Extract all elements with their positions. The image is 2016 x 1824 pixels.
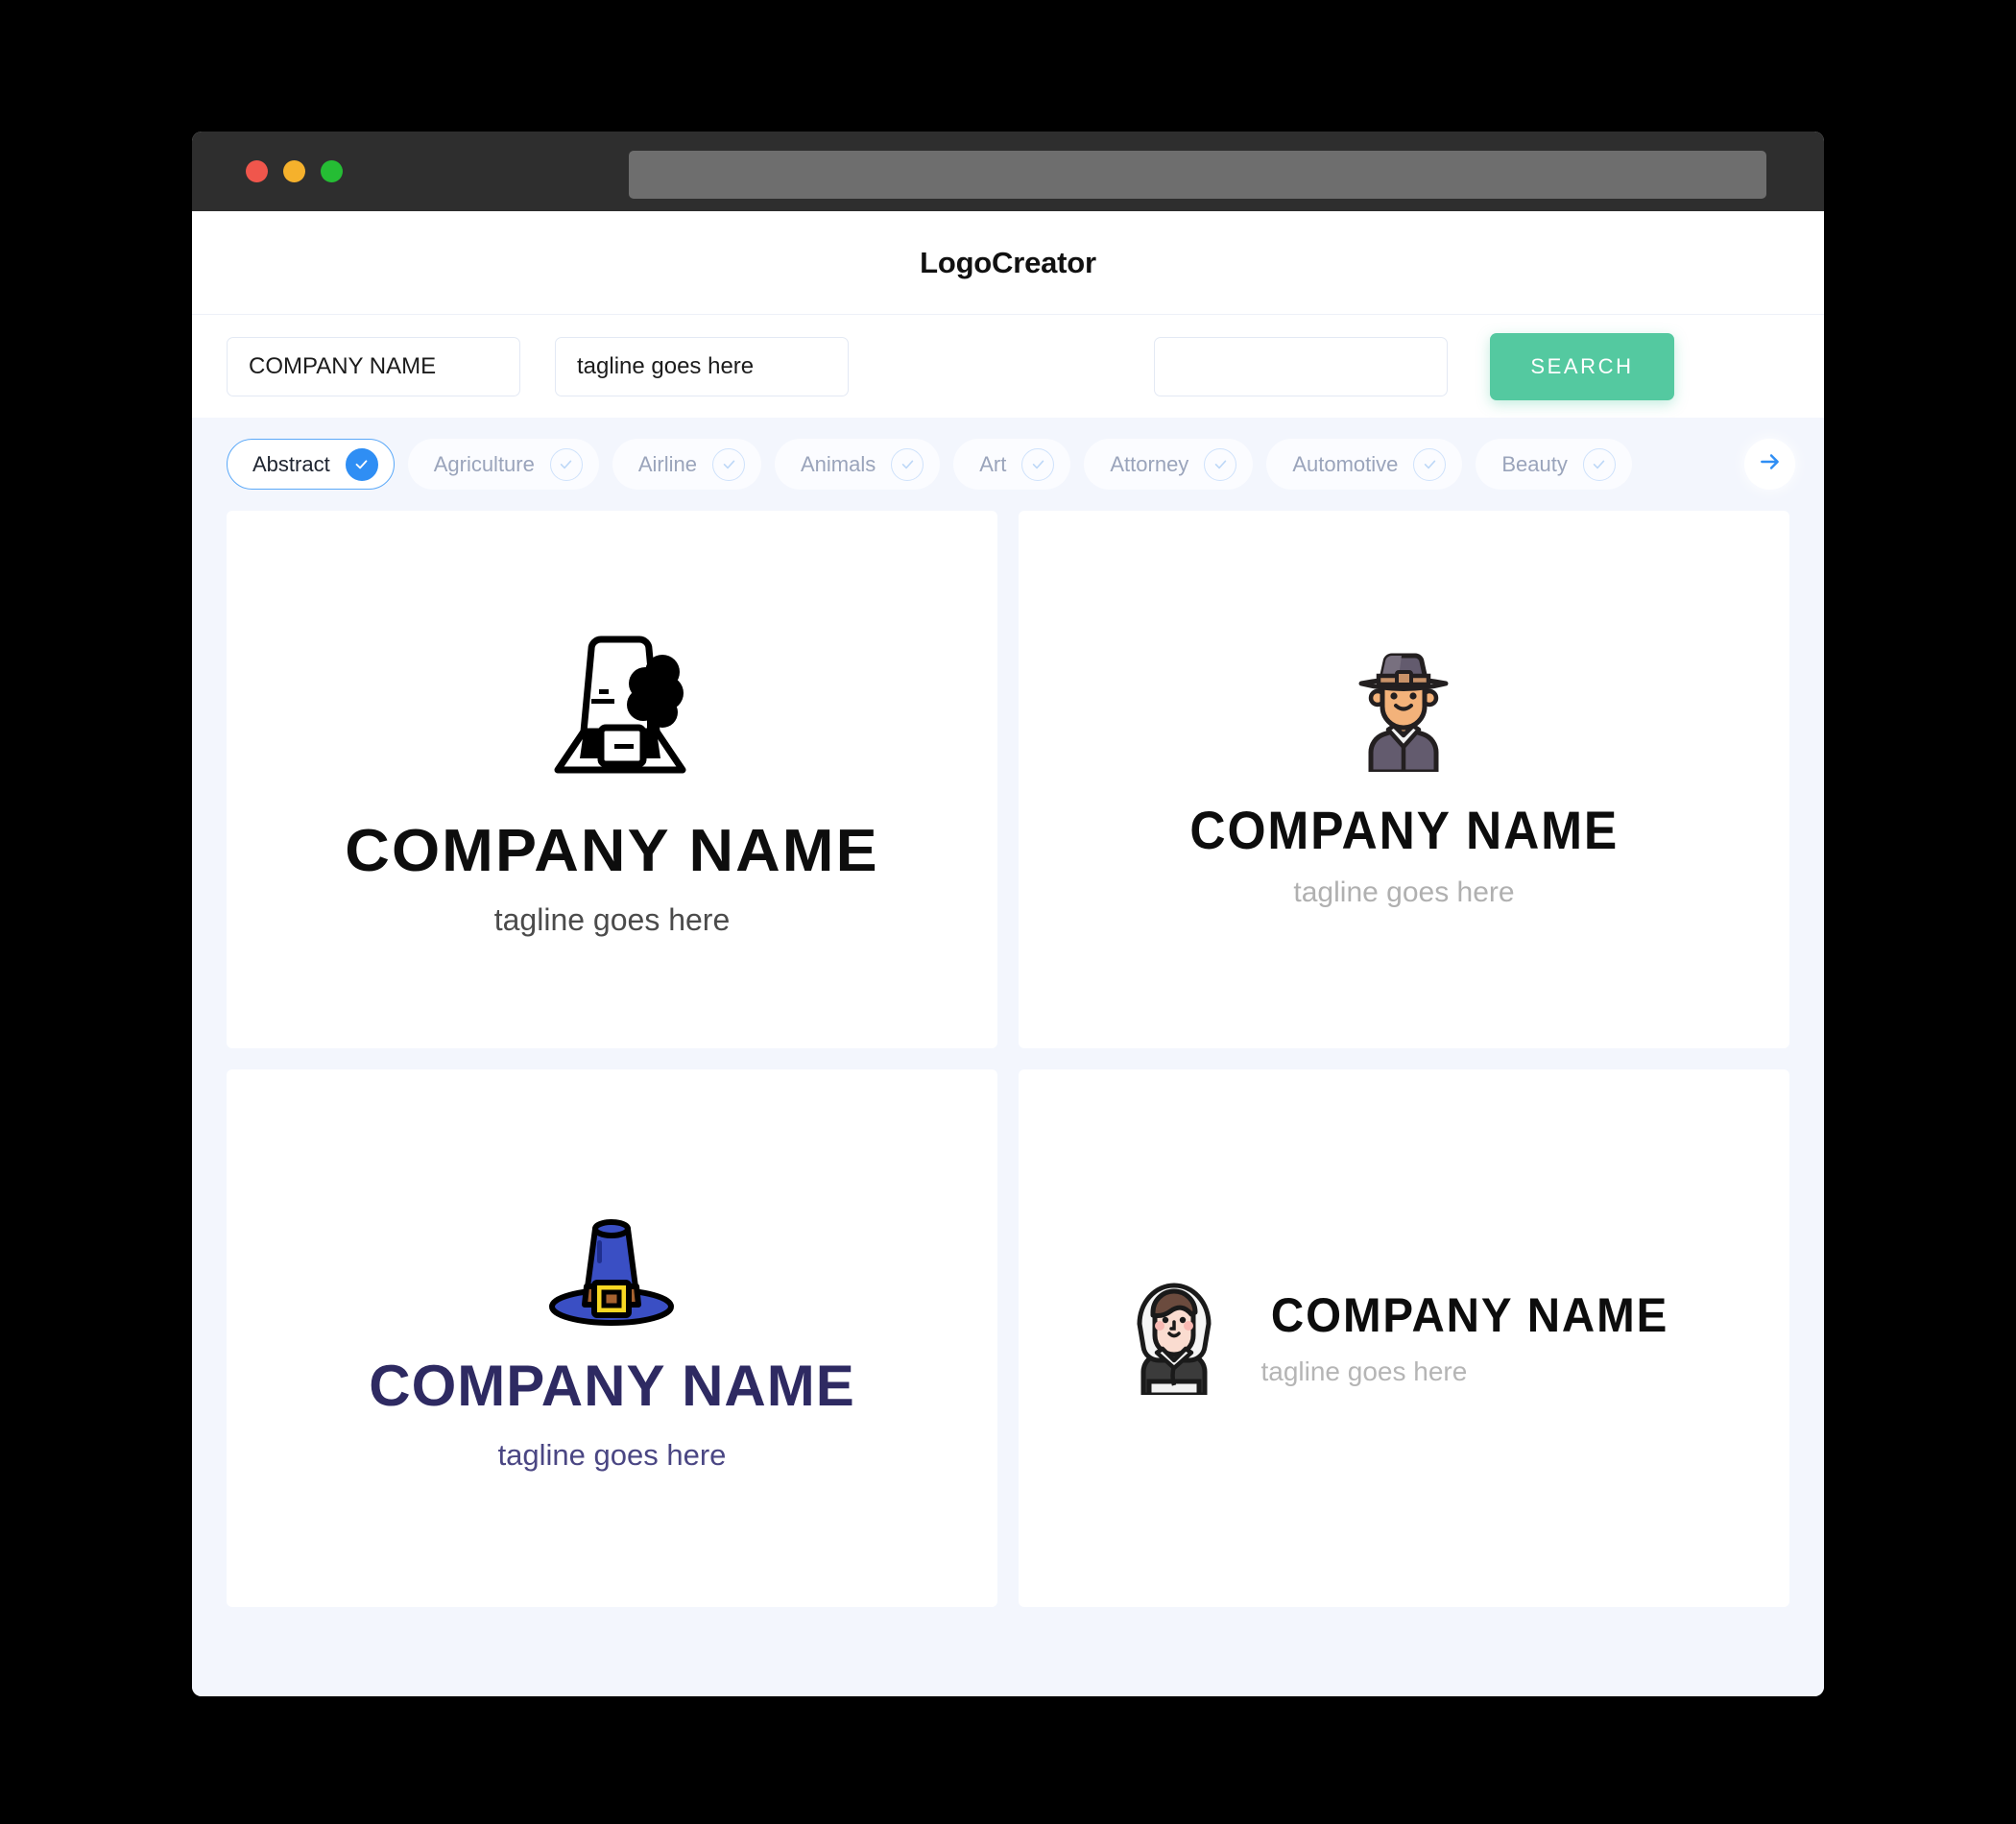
arrow-right-icon xyxy=(1758,449,1783,479)
logo-company-name: COMPANY NAME xyxy=(345,818,879,884)
category-pill-label: Airline xyxy=(637,451,697,476)
category-pill-label: Attorney xyxy=(1110,451,1189,476)
check-circle-icon xyxy=(549,447,583,481)
categories-next-button[interactable] xyxy=(1744,439,1795,490)
minimize-window-button[interactable] xyxy=(283,160,305,182)
logo-results-grid: COMPANY NAME tagline goes here COMPANY N… xyxy=(192,511,1824,1642)
category-pill-art[interactable]: Art xyxy=(953,439,1071,490)
check-circle-icon xyxy=(1413,447,1447,481)
tagline-input[interactable] xyxy=(555,336,849,396)
logo-tagline: tagline goes here xyxy=(1260,1356,1468,1386)
category-pill-beauty[interactable]: Beauty xyxy=(1476,439,1632,490)
blue-pilgrim-hat-icon xyxy=(540,1208,684,1332)
category-pill-automotive[interactable]: Automotive xyxy=(1266,439,1463,490)
category-pill-agriculture[interactable]: Agriculture xyxy=(407,439,599,490)
logo-preview: COMPANY NAME tagline goes here xyxy=(1171,653,1638,907)
company-name-input[interactable] xyxy=(227,336,520,396)
category-pill-airline[interactable]: Airline xyxy=(612,439,761,490)
logo-text-block: COMPANY NAME tagline goes here xyxy=(1171,777,1638,907)
search-button[interactable]: SEARCH xyxy=(1490,332,1674,400)
traffic-light-group xyxy=(246,160,343,182)
logo-preview: COMPANY NAME tagline goes here xyxy=(345,624,877,937)
keyword-input[interactable] xyxy=(1154,336,1448,396)
check-circle-icon xyxy=(1204,447,1237,481)
content-area: Abstract Agriculture Airline Animals Art Atto… xyxy=(192,418,1824,1696)
category-pill-label: Automotive xyxy=(1292,451,1399,476)
category-pill-label: Art xyxy=(979,451,1007,476)
category-filter-bar: Abstract Agriculture Airline Animals Art Atto… xyxy=(192,418,1824,511)
app-header: LogoCreator xyxy=(192,211,1824,314)
category-pill-abstract[interactable]: Abstract xyxy=(227,439,395,490)
category-pill-animals[interactable]: Animals xyxy=(775,439,941,490)
logo-text-block: COMPANY NAME tagline goes here xyxy=(1260,1291,1679,1385)
logo-card[interactable]: COMPANY NAME tagline goes here xyxy=(1019,1069,1789,1607)
pilgrim-man-icon xyxy=(1346,653,1461,777)
pilgrim-woman-icon xyxy=(1128,1278,1220,1400)
page-title: LogoCreator xyxy=(920,245,1096,279)
logo-tagline: tagline goes here xyxy=(493,902,731,937)
search-toolbar: SEARCH xyxy=(192,314,1824,418)
category-pill-label: Animals xyxy=(801,451,876,476)
browser-window: LogoCreator SEARCH Abstract Agriculture Ai… xyxy=(192,132,1824,1696)
logo-preview: COMPANY NAME tagline goes here xyxy=(369,1208,854,1470)
logo-preview: COMPANY NAME tagline goes here xyxy=(1128,1278,1679,1400)
category-pill-attorney[interactable]: Attorney xyxy=(1084,439,1254,490)
category-pill-label: Beauty xyxy=(1501,451,1568,476)
close-window-button[interactable] xyxy=(246,160,268,182)
category-pill-label: Agriculture xyxy=(433,451,535,476)
check-circle-icon xyxy=(1021,447,1055,481)
logo-card[interactable]: COMPANY NAME tagline goes here xyxy=(1019,511,1789,1048)
logo-tagline: tagline goes here xyxy=(1293,876,1515,908)
logo-card[interactable]: COMPANY NAME tagline goes here xyxy=(227,511,997,1048)
logo-company-name: COMPANY NAME xyxy=(1271,1288,1669,1342)
check-circle-icon xyxy=(345,447,378,481)
logo-text-block: COMPANY NAME tagline goes here xyxy=(345,797,876,937)
logo-text-block: COMPANY NAME tagline goes here xyxy=(369,1332,854,1470)
logo-company-name: COMPANY NAME xyxy=(1189,799,1619,860)
logo-card[interactable]: COMPANY NAME tagline goes here xyxy=(227,1069,997,1607)
check-circle-icon xyxy=(1582,447,1616,481)
pilgrim-hat-tree-icon xyxy=(516,624,708,797)
check-circle-icon xyxy=(712,447,745,481)
browser-titlebar xyxy=(192,132,1824,211)
logo-company-name: COMPANY NAME xyxy=(369,1353,855,1418)
maximize-window-button[interactable] xyxy=(321,160,343,182)
check-circle-icon xyxy=(891,447,924,481)
category-pill-label: Abstract xyxy=(252,451,330,476)
url-bar[interactable] xyxy=(629,151,1766,199)
logo-tagline: tagline goes here xyxy=(497,1437,727,1472)
